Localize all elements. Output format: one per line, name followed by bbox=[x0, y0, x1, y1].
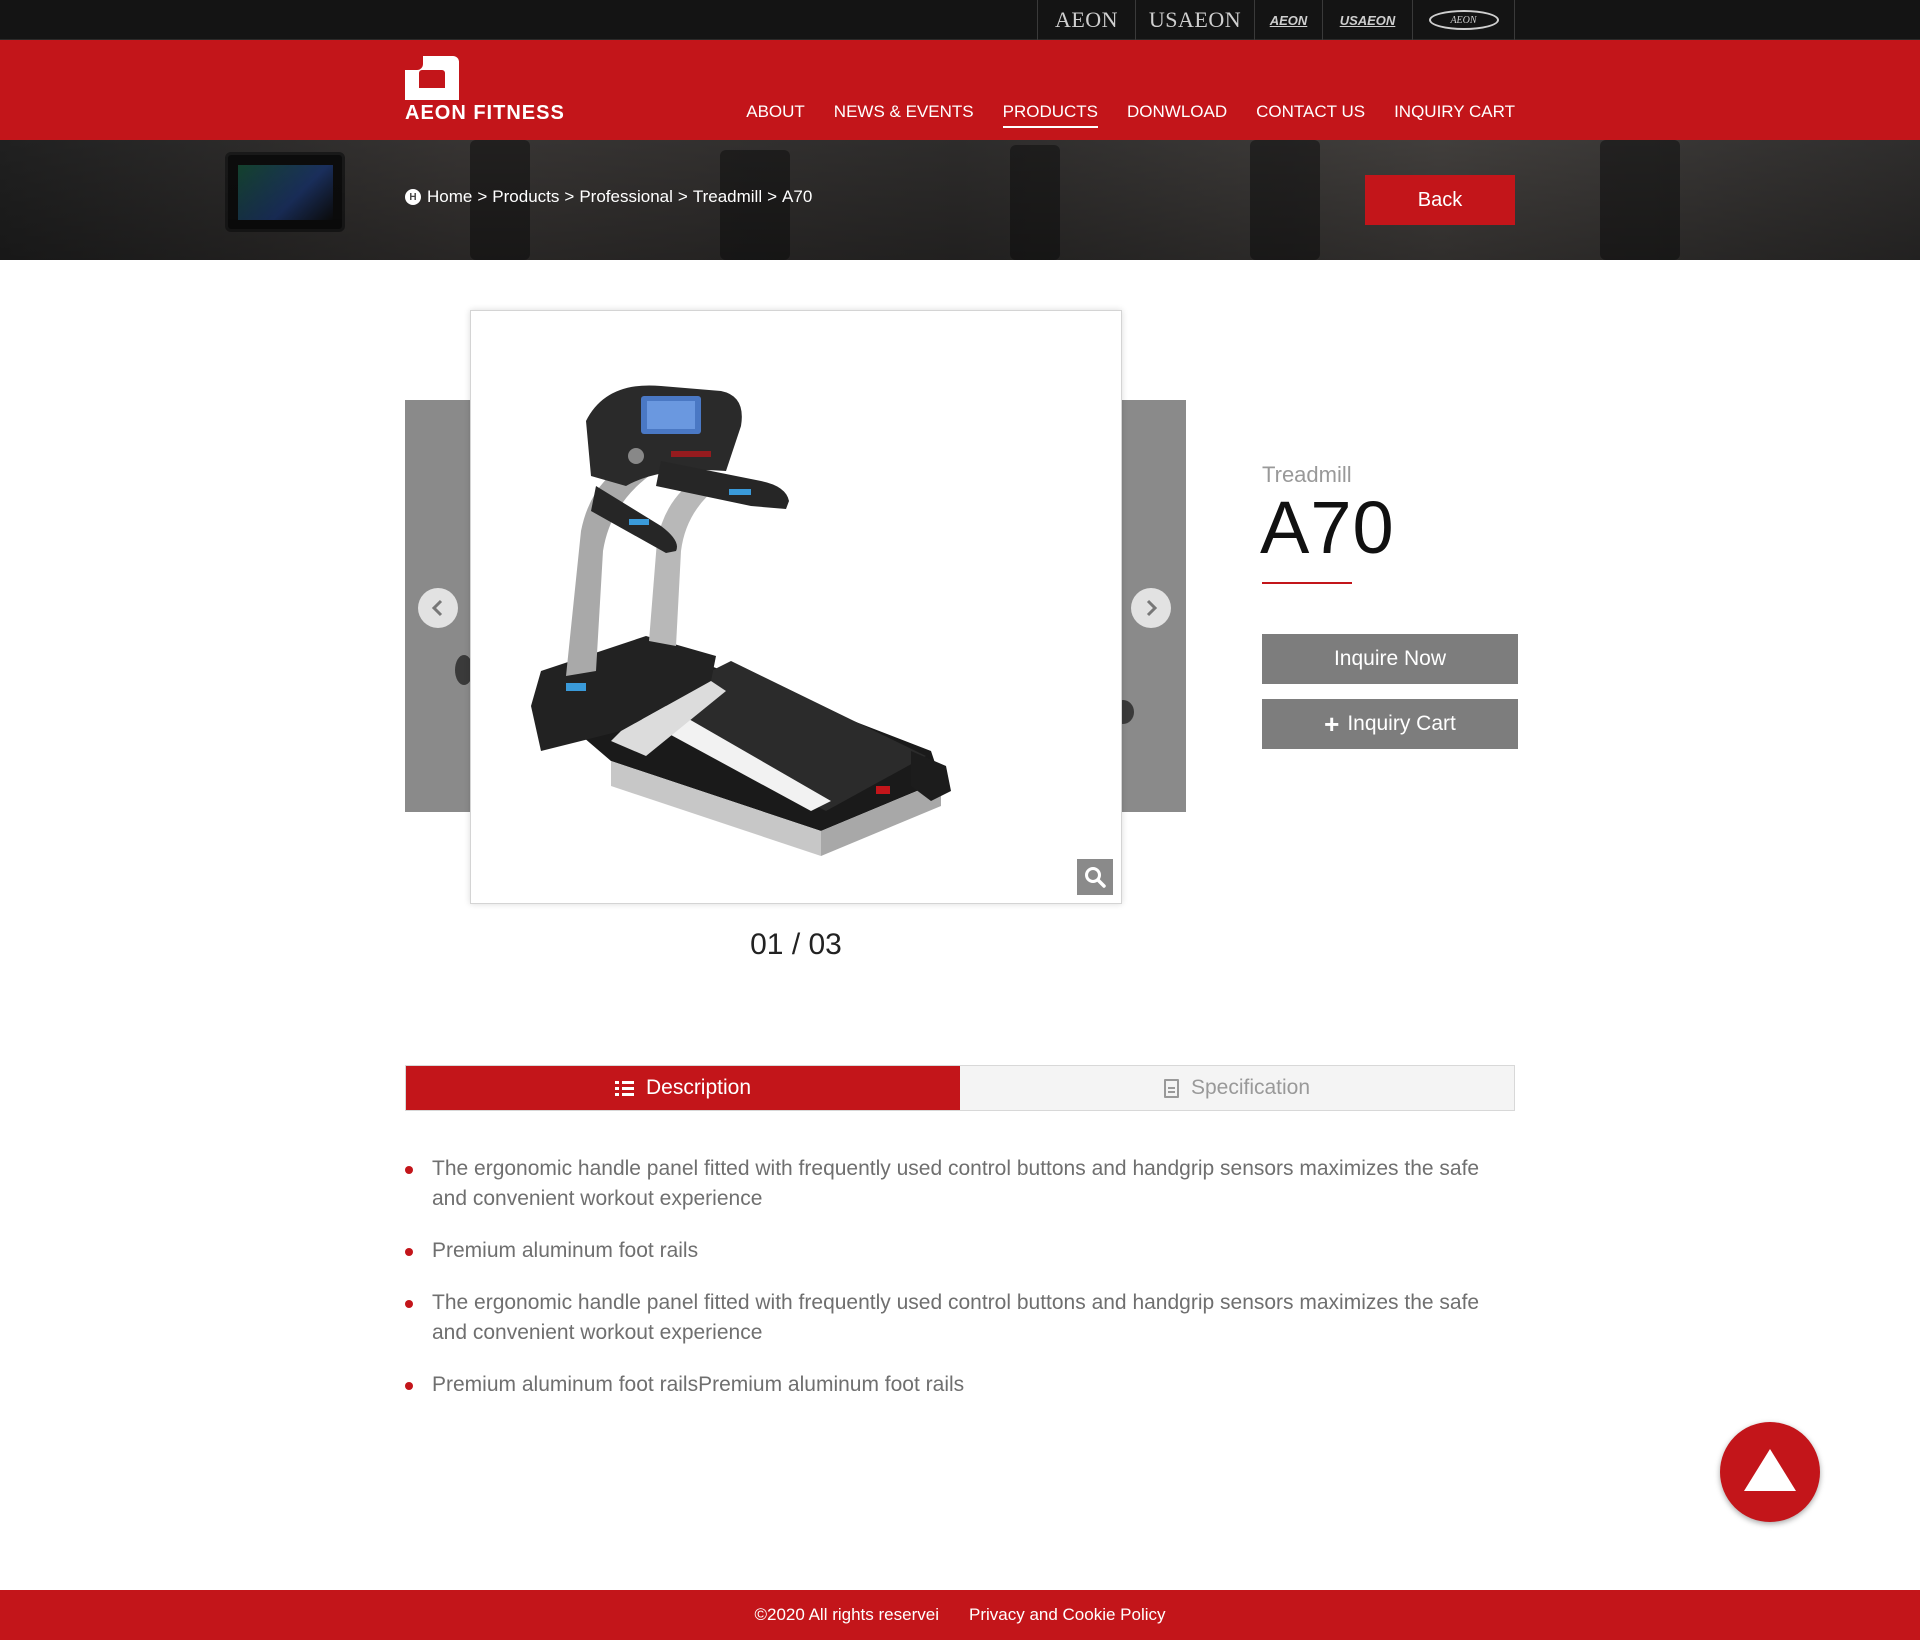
list-item: The ergonomic handle panel fitted with f… bbox=[405, 1288, 1517, 1348]
chevron-left-icon bbox=[431, 599, 443, 617]
tab-specification[interactable]: Specification bbox=[960, 1066, 1514, 1110]
inquiry-cart-label: Inquiry Cart bbox=[1347, 712, 1456, 735]
tab-description[interactable]: Description bbox=[406, 1066, 960, 1110]
product-model: A70 bbox=[1260, 486, 1395, 569]
brand-link-aeon[interactable]: AEON bbox=[1038, 0, 1136, 40]
chevron-right-icon bbox=[1146, 599, 1158, 617]
breadcrumb-home[interactable]: Home bbox=[427, 187, 472, 207]
logo-text: AEON FITNESS bbox=[405, 102, 565, 124]
nav-products[interactable]: PRODUCTS bbox=[1002, 102, 1099, 128]
list-item: Premium aluminum foot railsPremium alumi… bbox=[405, 1370, 1517, 1400]
nav-inquiry-cart[interactable]: INQUIRY CART bbox=[1394, 102, 1515, 128]
gym-banner: H Home > Products > Professional > Tread… bbox=[0, 140, 1920, 260]
logo-mark-icon bbox=[405, 56, 459, 100]
nav-download[interactable]: DONWLOAD bbox=[1127, 102, 1227, 128]
gallery-counter: 01 / 03 bbox=[750, 928, 842, 961]
footer: ©2020 All rights reservei Privacy and Co… bbox=[0, 1590, 1920, 1640]
breadcrumb-current: A70 bbox=[782, 187, 813, 206]
title-underline bbox=[1262, 582, 1352, 584]
zoom-button[interactable] bbox=[1077, 859, 1113, 895]
product-main-image[interactable] bbox=[470, 310, 1122, 904]
product-tabs: Description Specification bbox=[405, 1065, 1515, 1111]
nav-contact-us[interactable]: CONTACT US bbox=[1256, 102, 1365, 128]
plus-icon: + bbox=[1324, 709, 1340, 739]
brand-strip: AEON USAEON AEON USAEON AEON bbox=[0, 0, 1920, 40]
breadcrumb-products[interactable]: Products bbox=[492, 187, 559, 207]
brand-links: AEON USAEON AEON USAEON AEON bbox=[1037, 0, 1515, 40]
tab-description-label: Description bbox=[645, 1076, 752, 1099]
description-list: The ergonomic handle panel fitted with f… bbox=[405, 1154, 1517, 1422]
main-nav: ABOUT NEWS & EVENTS PRODUCTS DONWLOAD CO… bbox=[746, 102, 1515, 128]
breadcrumb-separator: > bbox=[677, 187, 688, 206]
inquire-now-button[interactable]: Inquire Now bbox=[1262, 634, 1518, 684]
back-button[interactable]: Back bbox=[1365, 175, 1515, 225]
main-header: AEON FITNESS ABOUT NEWS & EVENTS PRODUCT… bbox=[0, 40, 1920, 140]
list-icon bbox=[614, 1080, 634, 1096]
back-to-top-button[interactable] bbox=[1720, 1422, 1820, 1522]
treadmill-image bbox=[531, 385, 951, 856]
gallery-prev-button[interactable] bbox=[418, 588, 458, 628]
home-icon: H bbox=[405, 189, 421, 205]
breadcrumb-separator: > bbox=[477, 187, 488, 206]
nav-about[interactable]: ABOUT bbox=[746, 102, 805, 128]
aeon-oval-logo: AEON bbox=[1428, 10, 1499, 30]
brand-link-aeon-mark[interactable]: AEON bbox=[1255, 0, 1323, 40]
breadcrumb: H Home > Products > Professional > Tread… bbox=[405, 187, 812, 207]
tab-specification-label: Specification bbox=[1190, 1076, 1311, 1099]
nav-news-events[interactable]: NEWS & EVENTS bbox=[834, 102, 974, 128]
breadcrumb-separator: > bbox=[564, 187, 575, 206]
brand-link-usaeon[interactable]: USAEON bbox=[1136, 0, 1255, 40]
add-to-inquiry-cart-button[interactable]: + Inquiry Cart bbox=[1262, 699, 1518, 749]
footer-copyright: ©2020 All rights reservei bbox=[754, 1605, 939, 1624]
gallery-next-button[interactable] bbox=[1131, 588, 1171, 628]
breadcrumb-professional[interactable]: Professional bbox=[579, 187, 673, 207]
list-item: Premium aluminum foot rails bbox=[405, 1236, 1517, 1266]
brand-link-aeon-oval[interactable]: AEON bbox=[1413, 0, 1515, 40]
breadcrumb-separator: > bbox=[767, 187, 778, 206]
list-item: The ergonomic handle panel fitted with f… bbox=[405, 1154, 1517, 1214]
arrow-up-icon bbox=[1744, 1449, 1796, 1491]
aeon-fitness-logo[interactable]: AEON FITNESS bbox=[405, 56, 615, 126]
search-icon bbox=[1085, 867, 1106, 888]
brand-link-usaeon-mark[interactable]: USAEON bbox=[1323, 0, 1413, 40]
document-icon bbox=[1163, 1078, 1179, 1098]
breadcrumb-treadmill[interactable]: Treadmill bbox=[693, 187, 762, 207]
privacy-policy-link[interactable]: Privacy and Cookie Policy bbox=[969, 1605, 1166, 1625]
